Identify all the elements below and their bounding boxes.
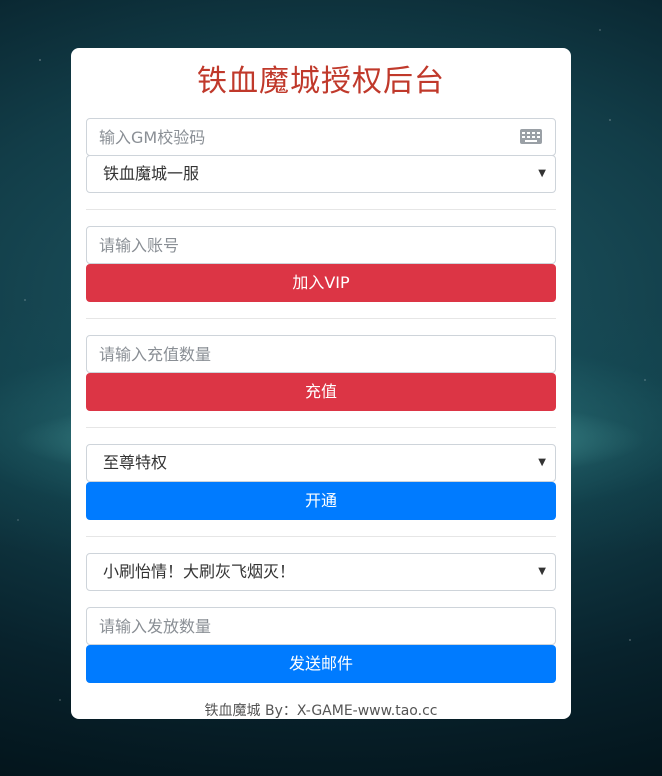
footer-credit: 铁血魔城 By：X-GAME-www.tao.cc	[204, 703, 438, 719]
admin-panel-card: 铁血魔城授权后台 铁血魔城一服 ▼ 加入VIP 充值 至尊特权 ▼ 开通 小刷怡…	[71, 48, 571, 719]
section-divider	[86, 536, 556, 537]
recharge-amount-input[interactable]	[86, 335, 556, 373]
mail-item-select[interactable]: 小刷怡情！大刷灰飞烟灭！ ▼	[86, 553, 556, 591]
privilege-select-value: 至尊特权	[103, 453, 168, 472]
section-divider	[86, 209, 556, 210]
keyboard-icon[interactable]	[520, 129, 542, 144]
page-title: 铁血魔城授权后台	[197, 64, 445, 99]
server-select[interactable]: 铁血魔城一服 ▼	[86, 155, 556, 193]
mail-quantity-input[interactable]	[86, 607, 556, 645]
section-divider	[86, 427, 556, 428]
recharge-button[interactable]: 充值	[86, 373, 556, 411]
mail-item-select-value: 小刷怡情！大刷灰飞烟灭！	[103, 562, 296, 581]
chevron-down-icon: ▼	[538, 566, 546, 577]
account-input[interactable]	[86, 226, 556, 264]
chevron-down-icon: ▼	[538, 457, 546, 468]
activate-privilege-button[interactable]: 开通	[86, 482, 556, 520]
chevron-down-icon: ▼	[538, 168, 546, 179]
send-mail-button[interactable]: 发送邮件	[86, 645, 556, 683]
add-vip-button[interactable]: 加入VIP	[86, 264, 556, 302]
server-select-value: 铁血魔城一服	[103, 164, 200, 183]
section-divider	[86, 318, 556, 319]
privilege-select[interactable]: 至尊特权 ▼	[86, 444, 556, 482]
gm-code-input[interactable]	[86, 118, 556, 156]
